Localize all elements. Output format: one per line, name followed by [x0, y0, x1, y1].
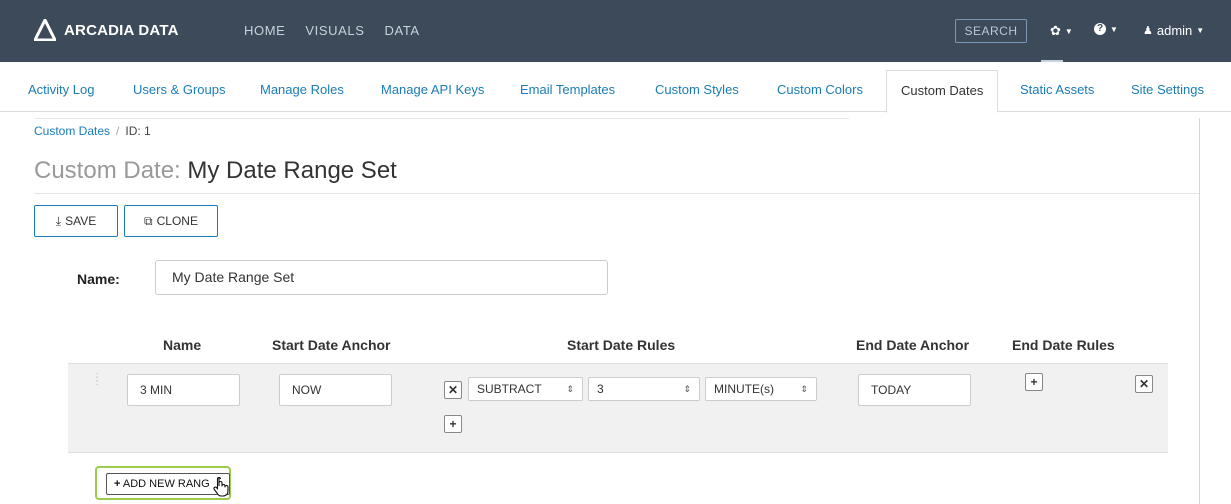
nav-data[interactable]: DATA — [385, 23, 420, 38]
select-arrows-icon: ⇕ — [566, 384, 574, 394]
tab-email-templates[interactable]: Email Templates — [520, 70, 615, 112]
drag-handle-icon[interactable]: ⋮ ⋮ — [92, 373, 102, 387]
clone-button[interactable]: ⧉ CLONE — [124, 205, 218, 237]
add-icon: + — [1030, 375, 1038, 389]
chevron-down-icon: ▼ — [1064, 26, 1073, 36]
select-arrows-icon: ⇕ — [800, 384, 808, 394]
settings-menu[interactable]: ✿ ▼ — [1050, 23, 1073, 39]
header-end-rules: End Date Rules — [1012, 337, 1115, 353]
header-end-anchor: End Date Anchor — [856, 337, 970, 353]
tab-activity-log[interactable]: Activity Log — [28, 70, 94, 112]
chevron-down-icon: ▼ — [1196, 26, 1205, 35]
chevron-down-icon: ▼ — [1110, 24, 1118, 34]
main-nav: HOME VISUALS DATA — [244, 23, 420, 38]
header-start-anchor: Start Date Anchor — [272, 337, 391, 353]
unit-value: MINUTE(s) — [714, 382, 774, 396]
help-icon: ? — [1094, 23, 1106, 35]
header-start-rules: Start Date Rules — [567, 337, 676, 353]
operation-select[interactable]: SUBTRACT ⇕ — [468, 377, 583, 401]
add-new-range-label: ADD NEW RANG — [122, 478, 210, 490]
download-icon: ⤓ — [55, 213, 62, 228]
remove-rule-button[interactable]: ✕ — [444, 381, 462, 399]
user-name: admin — [1156, 23, 1193, 38]
remove-icon: ✕ — [447, 383, 459, 397]
remove-icon: ✕ — [1138, 377, 1150, 391]
clone-icon: ⧉ — [144, 213, 153, 228]
save-label: SAVE — [65, 214, 97, 228]
add-end-rule-button[interactable]: + — [1025, 373, 1043, 391]
search-button[interactable]: SEARCH — [955, 19, 1027, 43]
table-row: ⋮ ⋮ 3 MIN NOW ✕ SUBTRACT ⇕ 3 ⇕ MINUTE(s) … — [68, 363, 1168, 453]
gear-icon: ✿ — [1050, 23, 1061, 38]
save-button[interactable]: ⤓ SAVE — [34, 205, 118, 237]
breadcrumb-separator: / — [116, 124, 120, 138]
tab-static-assets[interactable]: Static Assets — [1020, 70, 1094, 112]
nav-indicator — [1041, 60, 1063, 62]
tab-users-groups[interactable]: Users & Groups — [133, 70, 225, 112]
brand-logo[interactable]: ARCADIA DATA — [34, 19, 179, 41]
page-title-prefix: Custom Date: — [34, 157, 181, 184]
tab-custom-colors[interactable]: Custom Colors — [777, 70, 863, 112]
hand-cursor-icon — [213, 477, 229, 497]
user-menu[interactable]: ♟ admin ▼ — [1143, 23, 1204, 38]
tab-site-settings[interactable]: Site Settings — [1131, 70, 1204, 112]
end-anchor-input[interactable]: TODAY — [858, 374, 971, 406]
right-panel-border — [1199, 118, 1200, 504]
nav-home[interactable]: HOME — [244, 23, 285, 38]
delete-row-button[interactable]: ✕ — [1135, 375, 1153, 393]
amount-select[interactable]: 3 ⇕ — [588, 377, 700, 401]
title-divider — [34, 193, 1200, 194]
breadcrumb: Custom Dates / ID: 1 — [34, 124, 151, 138]
add-rule-button[interactable]: + — [444, 415, 462, 433]
select-arrows-icon: ⇕ — [683, 384, 691, 394]
nav-visuals[interactable]: VISUALS — [305, 23, 364, 38]
admin-tabs: Activity Log Users & Groups Manage Roles… — [0, 70, 1231, 113]
help-menu[interactable]: ? ▼ — [1094, 23, 1118, 35]
arcadia-logo-icon — [34, 19, 56, 41]
tab-manage-roles[interactable]: Manage Roles — [260, 70, 344, 112]
page-title-name: My Date Range Set — [187, 157, 397, 184]
add-icon: + — [114, 478, 121, 490]
header-name: Name — [163, 337, 202, 353]
tab-custom-styles[interactable]: Custom Styles — [655, 70, 739, 112]
top-navbar: ARCADIA DATA HOME VISUALS DATA SEARCH ✿ ▼… — [0, 0, 1231, 62]
tab-manage-api-keys[interactable]: Manage API Keys — [381, 70, 484, 112]
name-label: Name: — [77, 271, 120, 287]
start-anchor-input[interactable]: NOW — [279, 374, 392, 406]
breadcrumb-divider — [34, 118, 849, 119]
brand-name: ARCADIA DATA — [64, 21, 179, 39]
add-icon: + — [449, 417, 457, 431]
name-input[interactable]: My Date Range Set — [155, 260, 608, 295]
amount-value: 3 — [597, 382, 604, 396]
unit-select[interactable]: MINUTE(s) ⇕ — [705, 377, 817, 401]
page-title: Custom Date: My Date Range Set — [34, 157, 397, 185]
user-icon: ♟ — [1143, 25, 1153, 37]
breadcrumb-current: ID: 1 — [125, 124, 151, 138]
range-name-input[interactable]: 3 MIN — [127, 374, 240, 406]
clone-label: CLONE — [156, 214, 198, 228]
breadcrumb-parent[interactable]: Custom Dates — [34, 124, 110, 138]
operation-value: SUBTRACT — [477, 382, 542, 396]
tab-custom-dates[interactable]: Custom Dates — [886, 70, 999, 113]
